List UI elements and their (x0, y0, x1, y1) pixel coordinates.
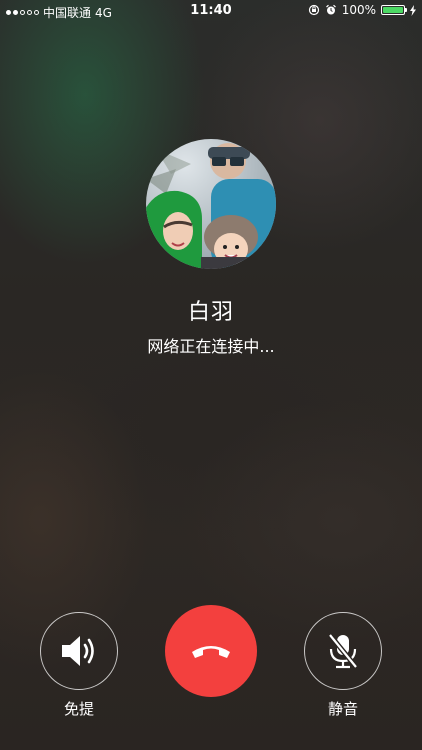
mute-button[interactable] (304, 612, 382, 690)
rotation-lock-icon (308, 4, 319, 16)
mute-label: 静音 (327, 700, 358, 718)
microphone-muted-icon (328, 633, 358, 669)
speaker-icon (62, 636, 94, 666)
speaker-label: 免提 (63, 700, 94, 718)
alarm-icon (325, 4, 336, 15)
call-status: 网络正在连接中... (147, 337, 275, 356)
hang-up-button[interactable] (165, 605, 257, 697)
status-bar: 中国联通 4G 11:40 100% (0, 0, 422, 22)
status-right: 100% (308, 3, 416, 17)
hang-up-phone-icon (192, 646, 230, 658)
caller-name: 白羽 (187, 300, 234, 325)
charging-icon (410, 4, 416, 16)
battery-icon (381, 5, 407, 15)
battery-percent: 100% (341, 3, 376, 17)
speaker-button[interactable] (40, 612, 118, 690)
caller-avatar (146, 139, 276, 269)
